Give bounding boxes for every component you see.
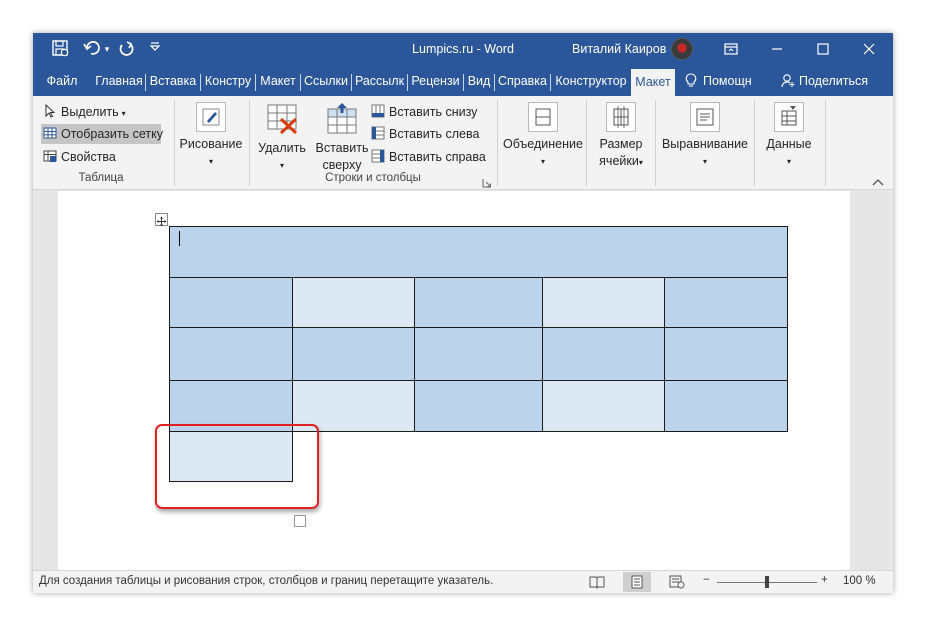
zoom-in-button[interactable]: + (821, 574, 828, 586)
status-bar: Для создания таблицы и рисования строк, … (33, 570, 893, 593)
table-cell[interactable] (664, 327, 788, 381)
user-name[interactable]: Виталий Каиров (572, 33, 666, 66)
table-cell[interactable] (664, 277, 788, 328)
save-icon[interactable] (49, 39, 71, 59)
alignment-button[interactable]: Выравнивание ▾ (660, 102, 750, 170)
document-area (33, 191, 893, 570)
ribbon-tabs: Файл Главная Вставка Констру Макет Ссылк… (33, 66, 893, 96)
insert-above-button[interactable]: Вставить сверху (313, 102, 371, 174)
minimize-icon[interactable] (754, 33, 800, 66)
ribbon: Выделить ▾ Отобразить сетку Свойства Табл… (33, 96, 893, 190)
zoom-level[interactable]: 100 % (843, 575, 876, 587)
table-cell[interactable] (664, 380, 788, 432)
grid-icon (43, 127, 57, 139)
tab-home[interactable]: Главная (93, 69, 145, 96)
properties-button[interactable]: Свойства (43, 147, 116, 167)
select-button[interactable]: Выделить ▾ (43, 102, 126, 122)
zoom-out-button[interactable]: − (703, 574, 710, 586)
share-label: Поделиться (799, 74, 869, 88)
avatar[interactable] (671, 38, 693, 60)
highlight-box (155, 424, 319, 509)
table-cell[interactable] (292, 277, 415, 328)
document-page[interactable] (58, 191, 850, 570)
close-icon[interactable] (846, 33, 892, 66)
table-cell[interactable] (169, 226, 788, 278)
tell-me-label: Помощн (703, 74, 752, 88)
draw-table-icon (196, 102, 226, 132)
undo-icon[interactable] (81, 39, 103, 59)
print-layout-icon[interactable] (623, 572, 651, 592)
table-cell[interactable] (414, 380, 543, 432)
table-move-handle[interactable] (155, 213, 168, 227)
maximize-icon[interactable] (800, 33, 846, 66)
share-button[interactable]: Поделиться (781, 69, 886, 96)
status-text: Для создания таблицы и рисования строк, … (39, 575, 494, 587)
table-group-label: Таблица (78, 172, 124, 184)
cell-size-button[interactable]: Размер ячейки▾ (591, 102, 651, 171)
insert-right-icon (371, 149, 385, 163)
tab-table-design[interactable]: Конструктор (551, 69, 631, 96)
zoom-slider-thumb[interactable] (765, 576, 769, 588)
table-cell[interactable] (542, 380, 665, 432)
insert-above-icon (325, 102, 359, 136)
text-cursor (179, 231, 180, 246)
lightbulb-icon (685, 73, 697, 87)
table-cell[interactable] (414, 277, 543, 328)
share-person-icon (781, 74, 795, 88)
merge-cells-icon (528, 102, 558, 132)
web-layout-icon[interactable] (669, 575, 685, 589)
tab-layout[interactable]: Макет (256, 69, 300, 96)
cursor-arrow-icon (45, 104, 56, 118)
rows-cols-group-label: Строки и столбцы (325, 172, 421, 184)
customize-qat-icon[interactable] (147, 39, 163, 59)
tab-help[interactable]: Справка (495, 69, 550, 96)
data-icon (774, 102, 804, 132)
alignment-icon (690, 102, 720, 132)
read-mode-icon[interactable] (589, 575, 605, 589)
data-button[interactable]: Данные ▾ (757, 102, 821, 170)
dialog-launcher-icon[interactable] (482, 175, 492, 188)
tab-design[interactable]: Констру (201, 69, 255, 96)
delete-button[interactable]: Удалить ▾ (253, 102, 311, 174)
undo-dropdown-icon[interactable]: ▾ (102, 39, 112, 59)
redo-icon[interactable] (115, 39, 137, 59)
insert-right-button[interactable]: Вставить справа (371, 147, 486, 167)
table-cell[interactable] (414, 327, 543, 381)
collapse-ribbon-icon[interactable] (871, 174, 885, 186)
insert-left-icon (371, 126, 385, 140)
table-cell[interactable] (169, 277, 293, 328)
ribbon-display-icon[interactable] (708, 33, 754, 66)
table-cell[interactable] (292, 327, 415, 381)
tab-view[interactable]: Вид (464, 69, 494, 96)
show-grid-button[interactable]: Отобразить сетку (41, 124, 163, 144)
word-window: ▾ Lumpics.ru - Word Виталий Каиров Файл … (33, 33, 893, 593)
tab-review[interactable]: Рецензи (408, 69, 463, 96)
insert-left-button[interactable]: Вставить слева (371, 124, 479, 144)
zoom-slider[interactable] (717, 576, 817, 588)
table-cell[interactable] (542, 327, 665, 381)
tab-file[interactable]: Файл (41, 69, 83, 96)
table-cell[interactable] (169, 327, 293, 381)
tab-table-layout[interactable]: Макет (631, 69, 675, 96)
table-resize-handle[interactable] (294, 515, 306, 527)
tab-references[interactable]: Ссылки (301, 69, 351, 96)
insert-below-icon (371, 104, 385, 118)
tab-insert[interactable]: Вставка (146, 69, 200, 96)
tab-mailings[interactable]: Рассылк (352, 69, 407, 96)
delete-table-icon (265, 102, 299, 136)
cell-size-icon (606, 102, 636, 132)
insert-below-button[interactable]: Вставить снизу (371, 102, 477, 122)
tab-tell-me[interactable]: Помощн (685, 69, 771, 96)
merge-button[interactable]: Объединение ▾ (503, 102, 583, 170)
table-properties-icon (43, 150, 57, 162)
title-bar: ▾ Lumpics.ru - Word Виталий Каиров (33, 33, 893, 66)
table-cell[interactable] (542, 277, 665, 328)
draw-button[interactable]: Рисование ▾ (179, 102, 243, 170)
